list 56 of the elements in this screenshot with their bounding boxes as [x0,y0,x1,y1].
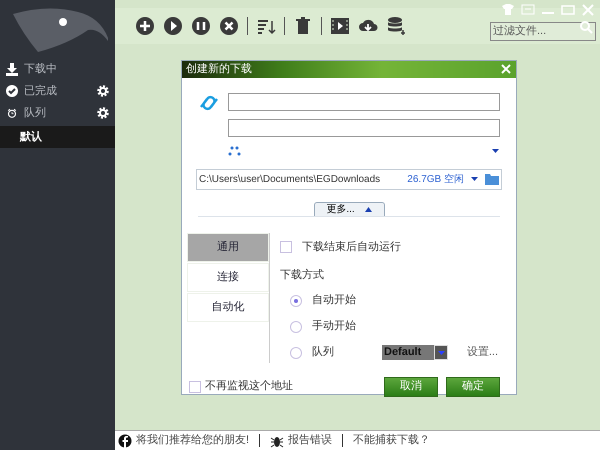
caret-icon[interactable] [491,148,500,154]
radio-label: 手动开始 [312,319,357,334]
film-icon[interactable] [330,16,350,36]
section-label: 下载方式 [280,268,325,283]
sidebar-label: 队列 [24,106,47,121]
dialog-title: 创建新的下载 [186,62,252,77]
radio-button[interactable] [290,294,302,306]
sidebar-item[interactable]: 队列 [0,102,115,124]
ok-button[interactable]: 确定 [446,376,500,396]
url-field[interactable] [228,92,500,110]
facebook-icon [118,434,132,448]
pause-icon[interactable] [191,16,211,36]
trash-icon[interactable] [293,16,313,36]
settings-tab[interactable]: 自动化 [187,292,269,322]
settings-icon[interactable] [96,84,110,98]
sidebar-subitem[interactable]: 默认 [0,126,115,148]
folder-icon[interactable] [485,173,499,185]
free-space-label: 26.7GB 空闲 [407,172,464,186]
caret-icon [438,350,444,354]
caret-icon [364,206,372,212]
add-icon[interactable] [135,16,155,36]
settings-tab[interactable]: 通用 [187,232,269,262]
download-icon [5,62,19,76]
checkbox[interactable] [280,240,292,253]
status-link[interactable]: 报告错误 [288,432,332,449]
filter-field[interactable]: 过滤文件... [490,22,596,40]
more-button[interactable]: 更多... [314,202,384,216]
radio-label: 队列 [312,345,335,360]
search-icon [579,20,593,34]
play-icon[interactable] [163,16,183,36]
close-icon[interactable] [500,63,512,76]
checkbox-label: 不再监视这个地址 [205,378,293,394]
queue-dropdown[interactable]: Default [382,345,448,360]
cancel-icon[interactable] [219,16,239,36]
filename-field[interactable] [228,118,500,136]
path-text: C:\Users\user\Documents\EGDownloads [199,172,382,186]
alarm-clock-icon [5,106,19,120]
settings-icon[interactable] [96,106,110,120]
radio-label: 自动开始 [312,293,357,308]
download-path-field[interactable]: C:\Users\user\Documents\EGDownloads 26.7GB 空闲 [196,168,502,190]
status-link[interactable]: 不能捕获下载？ [353,432,430,449]
sidebar-label: 已完成 [24,84,58,99]
sidebar-label: 下载中 [24,62,58,77]
checkbox[interactable] [189,380,201,392]
cancel-button[interactable]: 取消 [384,376,438,396]
settings-link[interactable]: 设置... [466,344,498,361]
caret-icon[interactable] [470,176,479,182]
status-link[interactable]: 将我们推荐给您的朋友! [136,432,250,449]
database-icon[interactable] [386,16,406,36]
check-circle-icon [5,84,19,98]
checkbox-label: 下载结束后自动运行 [302,240,401,254]
radio-button[interactable] [290,320,302,332]
radio-button[interactable] [290,346,302,358]
settings-tab[interactable]: 连接 [187,262,269,292]
sidebar-item[interactable]: 下载中 [0,58,115,80]
sidebar-item[interactable]: 已完成 [0,80,115,102]
